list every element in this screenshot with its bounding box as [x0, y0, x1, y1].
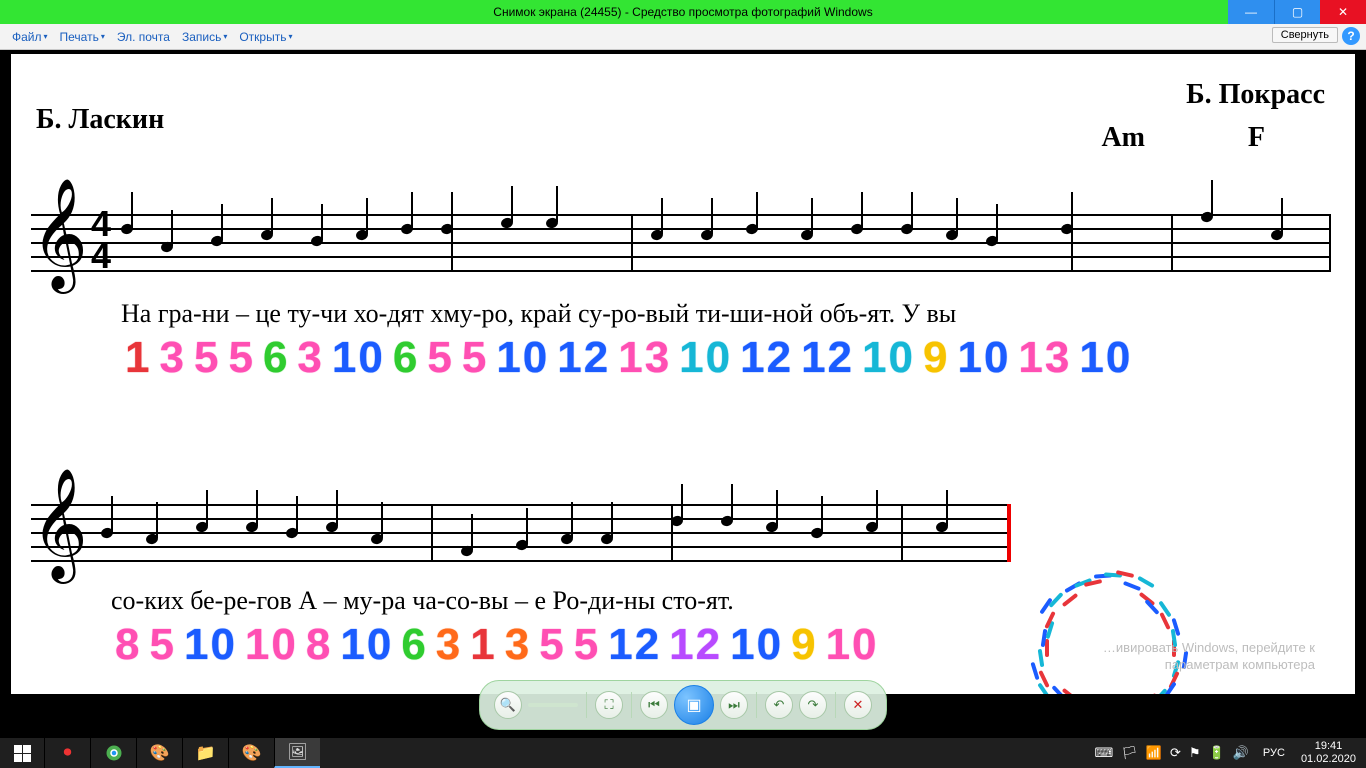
window-titlebar: Снимок экрана (24455) - Средство просмот…	[0, 0, 1366, 24]
delete-image-button[interactable]: ✕	[844, 691, 872, 719]
rotate-ccw-button[interactable]: ↶	[765, 691, 793, 719]
rotate-cw-button[interactable]: ↷	[799, 691, 827, 719]
lyrics-line-1: На гра-ни – це ту-чи хо-дят хму-ро, край…	[121, 299, 956, 329]
tray-keyboard-icon[interactable]: ⌨	[1095, 745, 1114, 761]
treble-clef-icon: 𝄞	[31, 476, 88, 572]
chrome-icon	[105, 744, 123, 762]
finger-numbers-line-1: 13556310655101213101212109101310	[121, 332, 1136, 383]
taskbar-record-app[interactable]: ⏺	[44, 738, 90, 768]
system-tray: ⌨ 🏳 📶 ⟳ ⚑ 🔋 🔊 РУС 19:4101.02.2020	[1087, 738, 1366, 768]
windows-logo-icon	[14, 745, 31, 762]
previous-image-button[interactable]: ⏮	[640, 691, 668, 719]
taskbar-explorer[interactable]: 📁	[182, 738, 228, 768]
fit-window-button[interactable]: ⛶	[595, 691, 623, 719]
taskbar-chrome[interactable]	[90, 738, 136, 768]
tray-action-center-icon[interactable]: ⚑	[1189, 745, 1201, 761]
menu-file[interactable]: Файл▾	[6, 27, 54, 47]
zoom-button[interactable]: 🔍	[494, 691, 522, 719]
tray-volume-icon[interactable]: 🔊	[1233, 745, 1249, 761]
menu-open[interactable]: Открыть▾	[233, 27, 298, 47]
tray-clock[interactable]: 19:4101.02.2020	[1291, 740, 1366, 765]
chord-f: F	[1248, 122, 1265, 154]
menu-burn[interactable]: Запись▾	[176, 27, 233, 47]
taskbar-paint-1[interactable]: 🎨	[136, 738, 182, 768]
window-maximize-button[interactable]: ▢	[1274, 0, 1320, 24]
collapse-ribbon-button[interactable]: Свернуть	[1272, 27, 1338, 43]
app-menubar: Файл▾ Печать▾ Эл. почта Запись▾ Открыть▾…	[0, 24, 1366, 50]
treble-clef-icon: 𝄞	[31, 186, 88, 282]
window-minimize-button[interactable]: —	[1228, 0, 1274, 24]
chevron-down-icon: ▾	[223, 32, 227, 41]
author-left: Б. Ласкин	[36, 104, 164, 136]
windows-activation-watermark: …ивировать Windows, перейдите кпараметра…	[1103, 640, 1315, 674]
photo-canvas[interactable]: Б. Ласкин Б. Покрасс Am F 𝄞 44 110,170 1…	[11, 54, 1355, 694]
menu-email[interactable]: Эл. почта	[111, 27, 176, 47]
chord-am: Am	[1101, 122, 1145, 154]
window-close-button[interactable]: ✕	[1320, 0, 1366, 24]
music-staff-1: 𝄞 44	[31, 214, 1331, 274]
author-right: Б. Покрасс	[1186, 79, 1325, 111]
lyrics-line-2: со-ких бе-ре-гов А – му-ра ча-со-вы – е …	[111, 586, 734, 616]
tray-battery-icon[interactable]: 🔋	[1209, 745, 1225, 761]
taskbar-paint-2[interactable]: 🎨	[228, 738, 274, 768]
chevron-down-icon: ▾	[44, 32, 48, 41]
slideshow-button[interactable]: ▣	[674, 685, 714, 725]
finger-numbers-line-2: 851010810631355121210910	[111, 619, 883, 670]
window-title: Снимок экрана (24455) - Средство просмот…	[0, 5, 1366, 19]
tray-updates-icon[interactable]: ⟳	[1170, 745, 1181, 761]
menu-print[interactable]: Печать▾	[54, 27, 111, 47]
chevron-down-icon: ▾	[288, 32, 292, 41]
music-staff-2: 𝄞	[31, 504, 1011, 564]
photo-viewer-toolbar: 🔍 ⛶ ⏮ ▣ ⏭ ↶ ↷ ✕	[479, 680, 887, 730]
zoom-slider[interactable]	[528, 703, 578, 707]
taskbar-photo-viewer[interactable]: 🖼	[274, 738, 320, 768]
windows-taskbar: ⏺ 🎨 📁 🎨 🖼 ⌨ 🏳 📶 ⟳ ⚑ 🔋 🔊 РУС 19:4101.02.2…	[0, 738, 1366, 768]
chevron-down-icon: ▾	[101, 32, 105, 41]
tray-network-icon[interactable]: 📶	[1146, 745, 1162, 761]
tray-language[interactable]: РУС	[1257, 747, 1291, 759]
help-button[interactable]: ?	[1342, 27, 1360, 45]
start-button[interactable]	[0, 738, 44, 768]
next-image-button[interactable]: ⏭	[720, 691, 748, 719]
viewer-stage: Б. Ласкин Б. Покрасс Am F 𝄞 44 110,170 1…	[0, 50, 1366, 738]
time-signature: 44	[91, 208, 111, 273]
tray-flag-icon[interactable]: 🏳	[1121, 745, 1138, 761]
